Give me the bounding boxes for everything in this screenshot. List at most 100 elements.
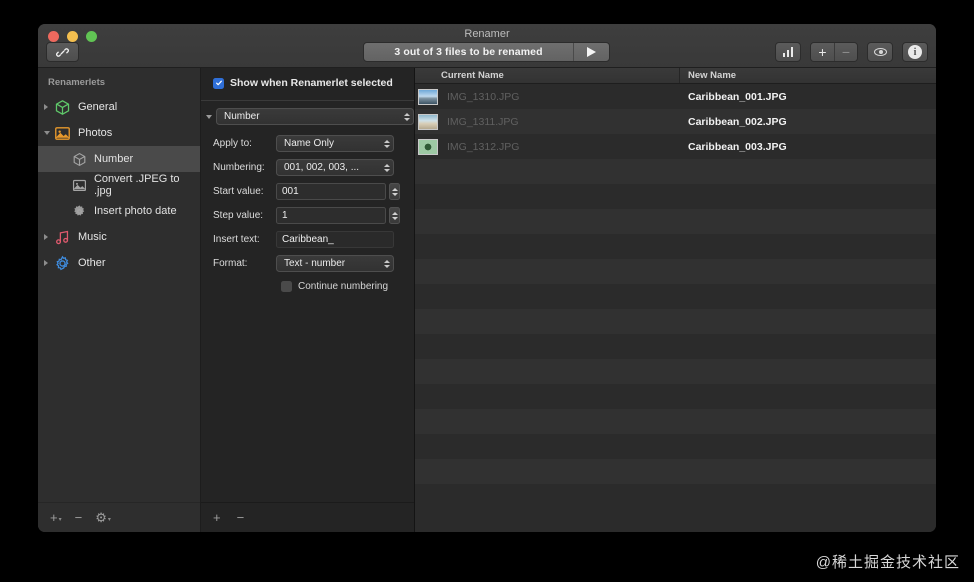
add-remove-segmented[interactable]: + − bbox=[810, 42, 858, 62]
chevron-updown-icon bbox=[384, 163, 390, 172]
play-icon[interactable] bbox=[573, 43, 609, 61]
insert-text-row: Insert text: Caribbean_ bbox=[201, 231, 414, 248]
empty-row bbox=[415, 234, 936, 259]
sidebar-item-music[interactable]: Music bbox=[38, 224, 200, 250]
chevron-right-icon[interactable] bbox=[44, 260, 48, 266]
sidebar-bottom-toolbar: + ▾ − ⚙ ▾ bbox=[38, 502, 200, 532]
file-list-rows: IMG_1310.JPG Caribbean_001.JPG IMG_1311.… bbox=[415, 84, 936, 532]
step-value-stepper[interactable] bbox=[389, 207, 400, 224]
beach-sunset-thumb bbox=[418, 88, 438, 105]
divider bbox=[201, 100, 414, 101]
start-value-stepper[interactable] bbox=[389, 183, 400, 200]
toolbar-right: + − i bbox=[775, 42, 928, 62]
sidebar-item-general[interactable]: General bbox=[38, 94, 200, 120]
new-name: Caribbean_003.JPG bbox=[688, 140, 787, 153]
empty-row bbox=[415, 409, 936, 434]
status-text: 3 out of 3 files to be renamed bbox=[394, 46, 543, 58]
apply-to-select[interactable]: Name Only bbox=[276, 135, 394, 152]
chevron-down-icon[interactable] bbox=[206, 114, 212, 119]
remove-renamerlet-button[interactable]: − bbox=[75, 510, 83, 525]
start-value-field[interactable]: 001 bbox=[276, 183, 386, 200]
photo-icon bbox=[72, 178, 87, 193]
apply-to-value: Name Only bbox=[284, 138, 335, 149]
continue-numbering-label: Continue numbering bbox=[298, 281, 389, 292]
gear-icon: ⚙ bbox=[95, 509, 107, 525]
empty-row bbox=[415, 184, 936, 209]
numbering-select[interactable]: 001, 002, 003, ... bbox=[276, 159, 394, 176]
chevron-down-icon[interactable] bbox=[44, 131, 50, 135]
window-title: Renamer bbox=[464, 28, 510, 40]
statistics-button[interactable] bbox=[775, 42, 801, 62]
chevron-updown-icon bbox=[384, 139, 390, 148]
remove-button[interactable]: − bbox=[834, 43, 857, 61]
column-header-current-name[interactable]: Current Name bbox=[415, 70, 504, 81]
table-row[interactable]: IMG_1311.JPG Caribbean_002.JPG bbox=[415, 109, 936, 134]
plus-icon: + bbox=[213, 510, 221, 525]
new-name: Caribbean_002.JPG bbox=[688, 115, 787, 128]
step-value-row: Step value: 1 bbox=[201, 207, 414, 224]
gear-icon bbox=[54, 255, 71, 272]
chevron-updown-icon bbox=[404, 112, 410, 121]
cube-icon bbox=[54, 99, 71, 116]
current-name: IMG_1311.JPG bbox=[447, 115, 519, 128]
renamerlet-actions-button[interactable]: ⚙ ▾ bbox=[95, 510, 111, 526]
column-header-new-name[interactable]: New Name bbox=[688, 70, 736, 81]
settings-top: Show when Renamerlet selected Number App… bbox=[201, 68, 414, 292]
sidebar-header: Renamerlets bbox=[48, 77, 106, 88]
settings-panel: Show when Renamerlet selected Number App… bbox=[201, 68, 415, 532]
watermark: @稀土掘金技术社区 bbox=[815, 554, 960, 571]
sidebar-item-number[interactable]: Number bbox=[38, 146, 200, 172]
screenshot-root: Renamer 3 out of 3 files to be renamed +… bbox=[0, 0, 974, 582]
format-select[interactable]: Text - number bbox=[276, 255, 394, 272]
sidebar-item-insert-photo-date[interactable]: Insert photo date bbox=[38, 198, 200, 224]
show-when-selected-row[interactable]: Show when Renamerlet selected bbox=[201, 77, 414, 89]
module-name-select[interactable]: Number bbox=[216, 108, 414, 125]
start-value-label: Start value: bbox=[213, 186, 264, 197]
continue-numbering-row[interactable]: Continue numbering bbox=[201, 281, 414, 292]
chevron-right-icon[interactable] bbox=[44, 104, 48, 110]
empty-row bbox=[415, 284, 936, 309]
new-name: Caribbean_001.JPG bbox=[688, 90, 787, 103]
table-row[interactable]: IMG_1310.JPG Caribbean_001.JPG bbox=[415, 84, 936, 109]
window-body: Renamerlets General Photos Number Conver… bbox=[38, 68, 936, 532]
sidebar-item-photos[interactable]: Photos bbox=[38, 120, 200, 146]
show-when-selected-checkbox[interactable] bbox=[213, 77, 224, 89]
add-button[interactable]: + bbox=[811, 43, 834, 61]
continue-numbering-checkbox[interactable] bbox=[281, 281, 292, 292]
empty-row bbox=[415, 484, 936, 509]
sidebar-list: General Photos Number Convert .JPEG to .… bbox=[38, 94, 200, 502]
table-row[interactable]: IMG_1312.JPG Caribbean_003.JPG bbox=[415, 134, 936, 159]
add-action-button[interactable]: + bbox=[213, 510, 221, 525]
numbering-label: Numbering: bbox=[213, 162, 265, 173]
starfish-thumb bbox=[418, 138, 438, 155]
sidebar-item-other[interactable]: Other bbox=[38, 250, 200, 276]
module-header-row[interactable]: Number bbox=[201, 108, 414, 125]
bar-chart-icon bbox=[782, 47, 794, 57]
apply-to-row: Apply to: Name Only bbox=[201, 135, 414, 152]
file-list-panel: Current Name New Name IMG_1310.JPG Carib… bbox=[415, 68, 936, 532]
sidebar-item-convert-jpeg[interactable]: Convert .JPEG to .jpg bbox=[38, 172, 200, 198]
sidebar-item-label: Photos bbox=[78, 127, 113, 139]
empty-row bbox=[415, 259, 936, 284]
empty-row bbox=[415, 159, 936, 184]
start-value-row: Start value: 001 bbox=[201, 183, 414, 200]
info-button[interactable]: i bbox=[902, 42, 928, 62]
settings-bottom-toolbar: + − bbox=[201, 502, 414, 532]
column-divider[interactable] bbox=[679, 68, 680, 83]
preview-button[interactable] bbox=[867, 42, 893, 62]
link-icon[interactable] bbox=[46, 42, 79, 62]
empty-row bbox=[415, 434, 936, 459]
status-progress-bar[interactable]: 3 out of 3 files to be renamed bbox=[363, 42, 610, 62]
empty-row bbox=[415, 459, 936, 484]
insert-text-field[interactable]: Caribbean_ bbox=[276, 231, 394, 248]
sidebar-item-label: Insert photo date bbox=[94, 205, 177, 217]
numbering-value: 001, 002, 003, ... bbox=[284, 162, 360, 173]
window-titlebar: Renamer 3 out of 3 files to be renamed +… bbox=[38, 24, 936, 68]
add-renamerlet-button[interactable]: + ▾ bbox=[50, 510, 62, 525]
info-icon: i bbox=[908, 45, 922, 59]
beach-palm-thumb bbox=[418, 113, 438, 130]
chevron-right-icon[interactable] bbox=[44, 234, 48, 240]
remove-action-button[interactable]: − bbox=[237, 510, 245, 525]
sidebar-item-label: Convert .JPEG to .jpg bbox=[93, 173, 180, 197]
step-value-field[interactable]: 1 bbox=[276, 207, 386, 224]
